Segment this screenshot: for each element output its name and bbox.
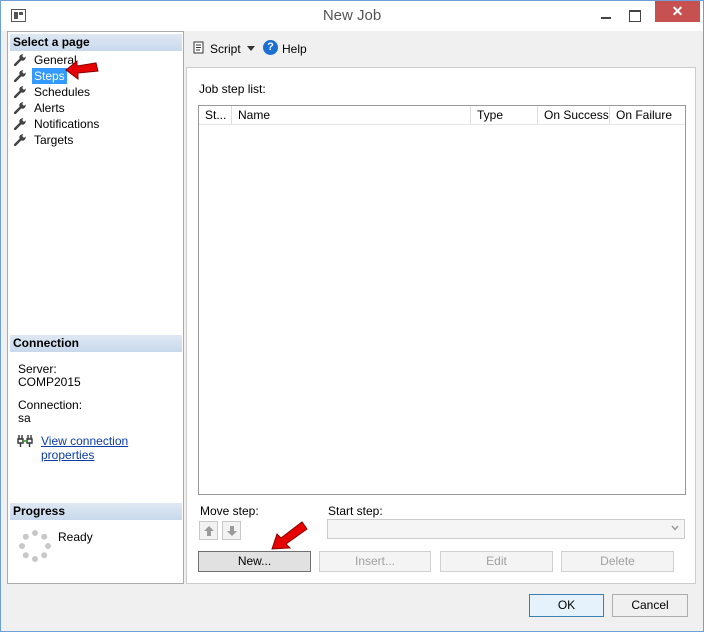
connection-value: sa: [18, 411, 31, 425]
new-job-window: New Job ✕ Select a page General Steps Sc…: [0, 0, 704, 632]
select-page-header: Select a page: [10, 34, 182, 51]
column-header-step[interactable]: St...: [199, 106, 232, 124]
progress-spinner-icon: [19, 530, 51, 562]
steps-panel: Job step list: St... Name Type On Succes…: [186, 67, 696, 584]
red-annotation-arrow: [65, 59, 99, 80]
view-connection-properties-link[interactable]: View connection properties: [41, 434, 183, 462]
move-step-up-button[interactable]: [199, 521, 218, 540]
close-button[interactable]: ✕: [655, 1, 700, 22]
connection-label: Connection:: [18, 398, 83, 412]
arrow-up-icon: [204, 526, 214, 536]
server-value: COMP2015: [18, 375, 81, 389]
help-icon[interactable]: ?: [263, 40, 278, 55]
new-step-button[interactable]: New...: [198, 551, 311, 572]
page-label: Schedules: [34, 84, 91, 99]
page-item-notifications[interactable]: Notifications: [13, 115, 101, 131]
page-label: Notifications: [34, 116, 100, 131]
start-step-select[interactable]: [327, 519, 685, 539]
script-icon[interactable]: [192, 41, 205, 54]
red-annotation-arrow: [271, 521, 308, 550]
wrench-icon: [13, 54, 27, 67]
wrench-icon: [13, 134, 27, 147]
script-button[interactable]: Script: [210, 42, 241, 56]
script-dropdown-icon[interactable]: [247, 46, 255, 51]
page-label: Steps: [32, 67, 67, 84]
wrench-icon: [13, 118, 27, 131]
server-label: Server:: [18, 362, 57, 376]
left-pane: Select a page General Steps Schedules Al…: [7, 31, 184, 584]
delete-step-button[interactable]: Delete: [561, 551, 674, 572]
page-item-schedules[interactable]: Schedules: [13, 83, 92, 99]
cancel-button[interactable]: Cancel: [612, 594, 688, 617]
column-header-name[interactable]: Name: [232, 106, 471, 124]
wrench-icon: [13, 102, 27, 115]
page-label: Alerts: [34, 100, 65, 115]
chevron-down-icon: [671, 525, 679, 531]
wrench-icon: [13, 70, 27, 83]
page-label: Targets: [34, 132, 74, 147]
help-button[interactable]: Help: [282, 42, 307, 56]
edit-step-button[interactable]: Edit: [440, 551, 553, 572]
progress-header: Progress: [10, 503, 182, 520]
page-item-targets[interactable]: Targets: [13, 131, 75, 147]
maximize-button[interactable]: [621, 5, 647, 25]
move-step-label: Move step:: [200, 504, 259, 518]
page-item-alerts[interactable]: Alerts: [13, 99, 67, 115]
column-header-type[interactable]: Type: [471, 106, 538, 124]
ok-button[interactable]: OK: [529, 594, 604, 617]
column-header-on-failure[interactable]: On Failure: [610, 106, 685, 124]
job-step-list-label: Job step list:: [199, 82, 266, 96]
minimize-button[interactable]: [593, 5, 619, 25]
grid-header: St... Name Type On Success On Failure: [199, 106, 685, 125]
wrench-icon: [13, 86, 27, 99]
move-step-down-button[interactable]: [222, 521, 241, 540]
page-item-steps[interactable]: Steps: [13, 67, 67, 84]
title-bar[interactable]: New Job ✕: [1, 1, 703, 31]
connection-header: Connection: [10, 335, 182, 352]
column-header-on-success[interactable]: On Success: [538, 106, 610, 124]
start-step-label: Start step:: [328, 504, 383, 518]
progress-status: Ready: [58, 530, 93, 544]
toolbar: Script ? Help: [184, 31, 697, 65]
plug-icon: [17, 435, 33, 447]
arrow-down-icon: [227, 526, 237, 536]
job-step-grid[interactable]: St... Name Type On Success On Failure: [198, 105, 686, 495]
insert-step-button[interactable]: Insert...: [319, 551, 431, 572]
